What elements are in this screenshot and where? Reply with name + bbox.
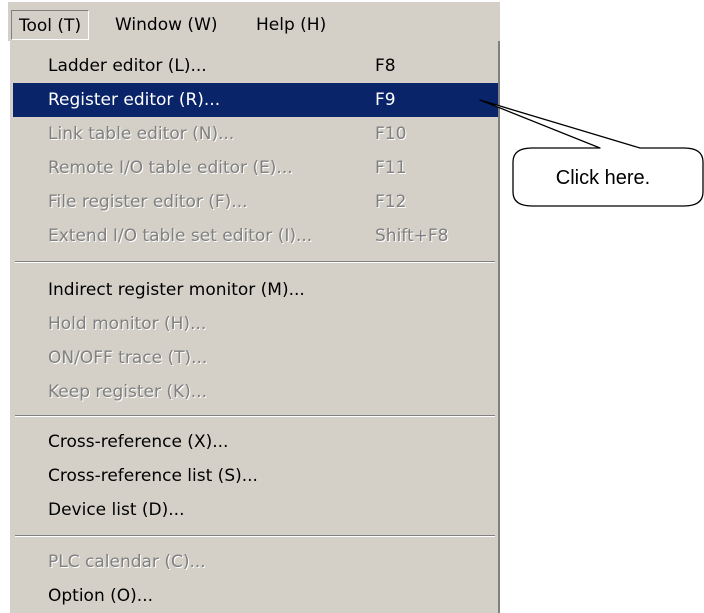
callout-bubble <box>479 99 704 207</box>
callout-text: Click here. <box>555 167 651 189</box>
